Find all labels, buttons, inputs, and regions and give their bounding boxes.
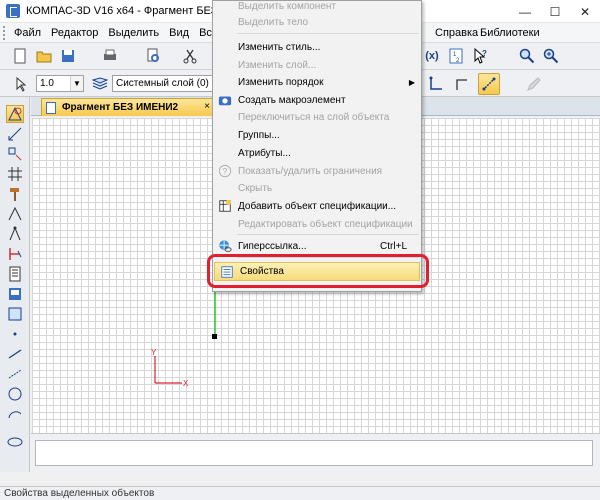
menu-item-label: Скрыть <box>238 182 273 194</box>
menu-select[interactable]: Выделить <box>103 27 164 39</box>
zoom-in-icon[interactable] <box>541 46 561 66</box>
menu-item-hyperlink[interactable]: Гиперссылка... Ctrl+L <box>213 237 421 255</box>
polyline-icon[interactable] <box>426 74 446 94</box>
menu-item-edit-spec-object[interactable]: Редактировать объект спецификации <box>213 215 421 233</box>
menu-item-create-macro[interactable]: Создать макроэлемент <box>213 91 421 109</box>
menu-item-change-layer[interactable]: Изменить слой... <box>213 56 421 74</box>
menu-separator <box>237 33 419 34</box>
command-panel <box>31 433 600 472</box>
dimensions-icon[interactable] <box>6 125 24 143</box>
view-icon[interactable] <box>6 305 24 323</box>
layer-select[interactable]: Системный слой (0) <box>112 75 214 92</box>
chevron-down-icon: ▼ <box>70 76 83 91</box>
x-axis-label: X <box>183 379 189 388</box>
menu-item-shortcut: Ctrl+L <box>380 240 407 252</box>
edit-grid-icon[interactable] <box>6 165 24 183</box>
layer-value: Системный слой (0) <box>116 78 209 89</box>
tolerance-icon[interactable] <box>6 245 24 263</box>
hammer-icon[interactable] <box>6 185 24 203</box>
menu-item-label: Изменить стиль... <box>238 41 321 53</box>
print-icon[interactable] <box>100 46 120 66</box>
menu-file[interactable]: Файл <box>9 27 46 39</box>
menu-item-hide[interactable]: Скрыть <box>213 179 421 197</box>
menu-item-select-body[interactable]: Выделить тело <box>213 13 421 31</box>
svg-text:?: ? <box>482 49 487 58</box>
menu-item-label: Создать макроэлемент <box>238 94 346 106</box>
preview-icon[interactable] <box>143 46 163 66</box>
formula-button[interactable]: (x) <box>422 46 442 66</box>
menu-item-label: Изменить порядок <box>238 76 324 88</box>
fragment-file-icon <box>46 101 56 114</box>
menu-item-label: Выделить компонент <box>238 0 336 12</box>
symbols-icon[interactable] <box>6 145 24 163</box>
geometry-icon[interactable] <box>6 105 24 123</box>
menu-item-change-order[interactable]: Изменить порядок ▶ <box>213 73 421 91</box>
cursor-arrow-icon[interactable] <box>12 74 32 94</box>
menu-item-label: Добавить объект спецификации... <box>238 200 397 212</box>
highlight-annotation <box>207 254 429 288</box>
menu-libraries[interactable]: Библиотеки <box>475 27 545 39</box>
new-document-icon[interactable] <box>10 46 30 66</box>
menu-item-label: Показать/удалить ограничения <box>238 165 383 177</box>
question-circle-icon: ? <box>217 163 233 179</box>
cut-icon[interactable] <box>180 46 200 66</box>
menu-item-label: Атрибуты... <box>238 147 291 159</box>
layers-icon[interactable] <box>90 74 110 94</box>
menu-item-add-spec-object[interactable]: Добавить объект спецификации... <box>213 197 421 215</box>
menu-separator <box>237 234 419 235</box>
step-line-icon[interactable] <box>452 74 472 94</box>
menu-item-label: Редактировать объект спецификации <box>238 218 413 230</box>
context-menu: Выделить компонент Выделить тело Изменит… <box>212 0 422 292</box>
zoom-icon[interactable] <box>517 46 537 66</box>
compass-icon[interactable] <box>6 225 24 243</box>
pen-icon[interactable] <box>524 74 544 94</box>
menu-item-label: Гиперссылка... <box>238 240 307 252</box>
line-width-select[interactable]: 1.0 ▼ <box>36 75 84 92</box>
circle-icon[interactable] <box>6 385 24 403</box>
minimize-button[interactable]: — <box>510 0 540 23</box>
maximize-button[interactable]: ☐ <box>540 0 570 23</box>
menu-view[interactable]: Вид <box>164 27 194 39</box>
status-bar: Свойства выделенных объектов <box>0 486 600 500</box>
menu-item-label: Группы... <box>238 129 280 141</box>
segment-endpoint-handle[interactable] <box>212 334 217 339</box>
menu-item-label: Изменить слой... <box>238 59 317 71</box>
menu-item-show-constraints[interactable]: ? Показать/удалить ограничения <box>213 162 421 180</box>
camera-icon <box>217 92 233 108</box>
numbering-icon[interactable]: 12 <box>446 46 466 66</box>
auxiliary-line-icon[interactable] <box>6 365 24 383</box>
help-cursor-icon[interactable]: ? <box>470 46 490 66</box>
globe-link-icon <box>217 238 233 254</box>
svg-text:?: ? <box>222 167 227 177</box>
window-controls: — ☐ ✕ <box>510 0 600 23</box>
menu-item-attributes[interactable]: Атрибуты... <box>213 144 421 162</box>
snap-points-icon[interactable] <box>478 73 500 95</box>
save-icon[interactable] <box>58 46 78 66</box>
app-logo-icon <box>6 4 20 18</box>
line-width-value: 1.0 <box>40 78 54 89</box>
line-segment-icon[interactable] <box>6 345 24 363</box>
submenu-arrow-icon: ▶ <box>408 77 415 87</box>
compact-toolbar <box>0 97 30 472</box>
y-axis-label: Y <box>151 348 157 357</box>
menu-item-label: Переключиться на слой объекта <box>238 111 390 123</box>
tab-document[interactable]: Фрагмент БЕЗ ИМЕНИ2 × <box>41 98 216 116</box>
menu-item-label: Выделить тело <box>238 16 309 28</box>
spec-object-icon <box>217 198 233 214</box>
open-folder-icon[interactable] <box>34 46 54 66</box>
point-icon[interactable] <box>6 325 24 343</box>
spec-table-icon[interactable] <box>6 265 24 283</box>
ellipse-icon[interactable] <box>6 433 24 451</box>
menu-item-change-style[interactable]: Изменить стиль... <box>213 38 421 56</box>
menu-item-switch-layer[interactable]: Переключиться на слой объекта <box>213 108 421 126</box>
measure-icon[interactable] <box>6 205 24 223</box>
tab-document-label: Фрагмент БЕЗ ИМЕНИ2 <box>62 102 179 113</box>
menu-edit[interactable]: Редактор <box>46 27 103 39</box>
close-icon[interactable]: × <box>204 101 210 112</box>
report-icon[interactable] <box>6 285 24 303</box>
close-button[interactable]: ✕ <box>570 0 600 23</box>
menu-item-groups[interactable]: Группы... <box>213 126 421 144</box>
command-input[interactable] <box>35 440 593 466</box>
arc-icon[interactable] <box>6 405 24 423</box>
